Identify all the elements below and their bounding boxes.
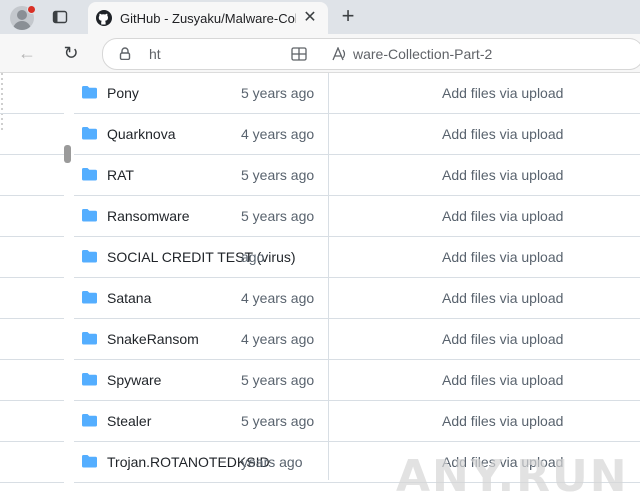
lock-icon[interactable]	[119, 47, 131, 60]
reload-button[interactable]: ↻	[61, 43, 81, 63]
commit-message-link[interactable]: Add files via upload	[442, 208, 563, 224]
file-name-link[interactable]: Satana	[107, 290, 151, 306]
new-tab-button[interactable]: +	[336, 5, 360, 29]
back-button[interactable]: ←	[17, 43, 37, 63]
file-row[interactable]: RAT 5 years ago Add files via upload	[74, 155, 640, 196]
file-row[interactable]: SOCIAL CREDIT TEST (virus) ago Add files v…	[74, 237, 640, 278]
page-content: Pony 5 years ago Add files via upload Quark…	[0, 73, 640, 502]
folder-icon	[82, 168, 97, 181]
browser-toolbar: ← ↻ ht ware-Collection-Part-2	[0, 34, 640, 73]
file-age: 4 years ago	[241, 290, 315, 306]
file-name-link[interactable]: SnakeRansom	[107, 331, 199, 347]
file-age: 5 years ago	[241, 413, 315, 429]
watermark-logo: ANY.RUN	[396, 451, 629, 502]
gutter-divider	[0, 482, 64, 483]
file-age: 5 years ago	[241, 208, 315, 224]
file-age: 4 years ago	[241, 126, 315, 142]
file-age: 5 years ago	[241, 85, 315, 101]
file-age: ago	[241, 249, 265, 265]
file-age: 5 years ago	[241, 372, 315, 388]
file-name-link[interactable]: RAT	[107, 167, 134, 183]
file-name-link[interactable]: Pony	[107, 85, 139, 101]
gutter-divider	[0, 400, 64, 401]
gutter-divider	[0, 277, 64, 278]
file-age: years ago	[241, 454, 303, 470]
file-row[interactable]: Stealer 5 years ago Add files via upload	[74, 401, 640, 442]
scrollbar-thumb[interactable]	[64, 145, 71, 163]
file-row[interactable]: Spyware 5 years ago Add files via upload	[74, 360, 640, 401]
commit-message-link[interactable]: Add files via upload	[442, 126, 563, 142]
commit-message-link[interactable]: Add files via upload	[442, 85, 563, 101]
file-name-link[interactable]: Quarknova	[107, 126, 175, 142]
commit-message-link[interactable]: Add files via upload	[442, 167, 563, 183]
tab-github[interactable]: GitHub - Zusyaku/Malware-Collec ✕	[88, 2, 328, 34]
commit-message-link[interactable]: Add files via upload	[442, 249, 563, 265]
file-row[interactable]: Pony 5 years ago Add files via upload	[74, 73, 640, 114]
url-path-text: ware-Collection-Part-2	[353, 46, 493, 62]
file-row[interactable]: Quarknova 4 years ago Add files via upload	[74, 114, 640, 155]
file-name-link[interactable]: Ransomware	[107, 208, 189, 224]
commit-message-link[interactable]: Add files via upload	[442, 331, 563, 347]
folder-icon	[82, 455, 97, 468]
tab-strip: GitHub - Zusyaku/Malware-Collec ✕ +	[0, 0, 640, 34]
close-tab-icon[interactable]: ✕	[302, 10, 318, 26]
commit-message-link[interactable]: Add files via upload	[442, 290, 563, 306]
gutter-divider	[0, 236, 64, 237]
commit-message-link[interactable]: Add files via upload	[442, 413, 563, 429]
split-screen-icon[interactable]	[291, 47, 307, 61]
address-bar[interactable]: ht ware-Collection-Part-2	[102, 38, 640, 70]
gutter-divider	[0, 113, 64, 114]
commit-message-link[interactable]: Add files via upload	[442, 372, 563, 388]
read-aloud-icon[interactable]	[331, 47, 347, 61]
tab-title: GitHub - Zusyaku/Malware-Collec	[120, 11, 296, 26]
file-row[interactable]: Satana 4 years ago Add files via upload	[74, 278, 640, 319]
folder-icon	[82, 332, 97, 345]
tab-actions-icon[interactable]	[52, 9, 68, 25]
gutter-divider	[0, 154, 64, 155]
file-row[interactable]: SnakeRansom 4 years ago Add files via uplo…	[74, 319, 640, 360]
file-row[interactable]: Ransomware 5 years ago Add files via uploa…	[74, 196, 640, 237]
gutter-divider	[0, 359, 64, 360]
gutter-divider	[0, 318, 64, 319]
folder-icon	[82, 127, 97, 140]
url-text: ht	[149, 46, 161, 62]
folder-icon	[82, 414, 97, 427]
file-name-link[interactable]: SOCIAL CREDIT TEST (virus)	[107, 249, 296, 265]
file-list: Pony 5 years ago Add files via upload Quark…	[74, 73, 640, 483]
gutter-divider	[0, 441, 64, 442]
gutter-divider	[0, 195, 64, 196]
folder-icon	[82, 291, 97, 304]
folder-icon	[82, 209, 97, 222]
file-age: 4 years ago	[241, 331, 315, 347]
left-gutter	[0, 73, 64, 483]
folder-icon	[82, 250, 97, 263]
file-age: 5 years ago	[241, 167, 315, 183]
notification-dot	[27, 5, 36, 14]
file-name-link[interactable]: Spyware	[107, 372, 161, 388]
github-icon	[96, 10, 112, 26]
dotted-divider	[1, 73, 3, 133]
folder-icon	[82, 373, 97, 386]
folder-icon	[82, 86, 97, 99]
file-name-link[interactable]: Stealer	[107, 413, 151, 429]
